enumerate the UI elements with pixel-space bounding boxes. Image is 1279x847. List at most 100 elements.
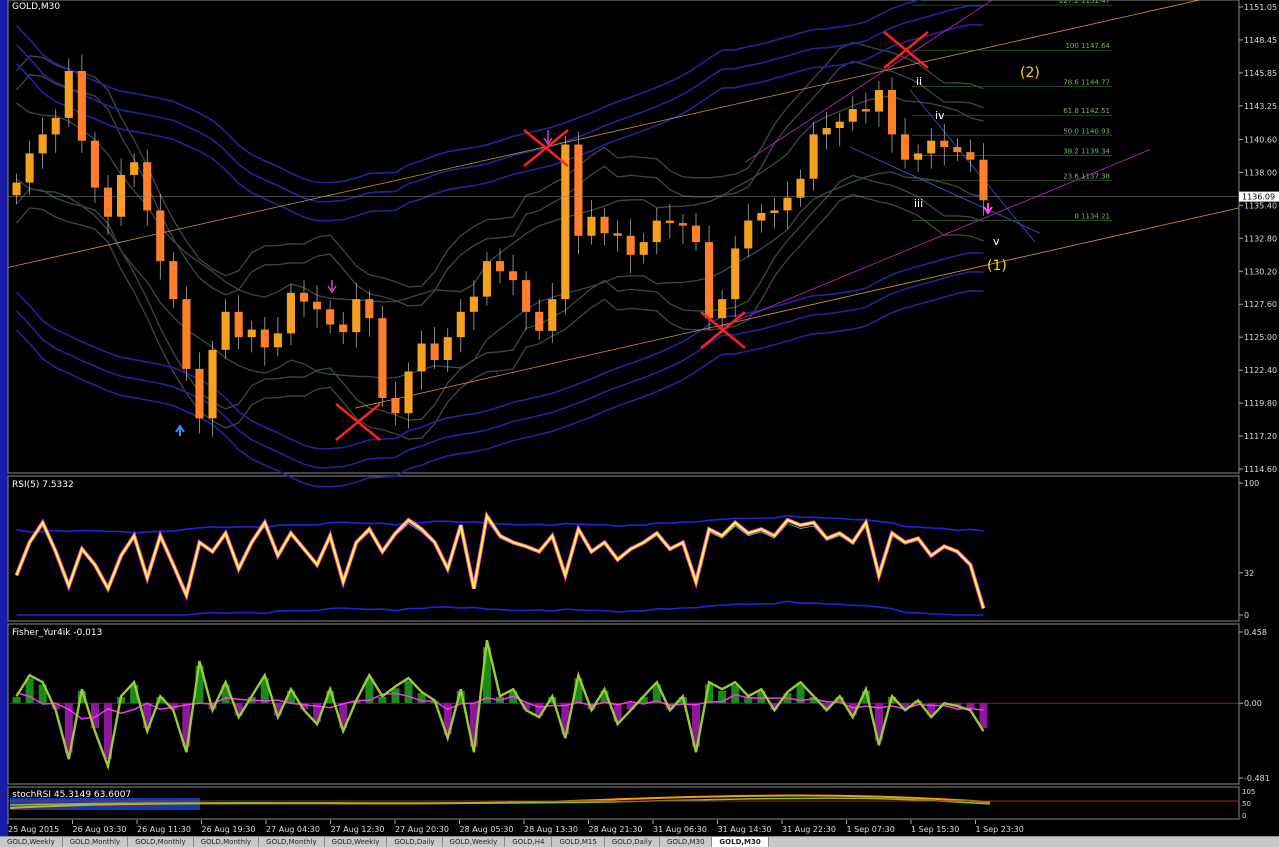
candle-body	[234, 311, 243, 338]
candle-body	[691, 225, 701, 243]
candle-body	[914, 153, 923, 160]
candle-body	[770, 210, 779, 213]
candle-body	[861, 109, 870, 112]
candle-body	[561, 144, 570, 300]
x-tick-label: 28 Aug 21:30	[589, 825, 643, 834]
rsi-band-upper	[16, 514, 984, 534]
chart-window: 100 1147.64 78.6 1144.77 61.8 1142.51 50.0 …	[0, 0, 1279, 847]
wave-label-iv: iv	[935, 109, 945, 122]
y-tick-label: 1132.80	[1244, 234, 1277, 243]
upper-channel-line	[7, 0, 1202, 268]
stoch-tick-label: 50	[1242, 800, 1251, 808]
candle-body	[443, 337, 452, 360]
candle-body	[757, 212, 766, 221]
rsi-tick-label: 0	[1244, 611, 1249, 620]
candle-body	[482, 261, 491, 297]
down-arrow-icon	[543, 130, 553, 146]
candle-body	[456, 311, 465, 338]
envelope-band-blue	[15, 4, 984, 203]
y-tick-label: 1117.20	[1244, 432, 1277, 441]
candle-body	[156, 210, 165, 262]
candle-body	[352, 299, 361, 333]
x-tick-label: 1 Sep 15:30	[911, 825, 959, 834]
fib-top-label: 127.2 1151.47	[1059, 0, 1110, 5]
candle-body	[25, 153, 34, 183]
candle-body	[299, 292, 309, 302]
candle-body	[927, 140, 936, 154]
envelope-band-blue	[15, 0, 922, 184]
rsi-main-line	[15, 513, 985, 609]
wave-trend-line	[909, 89, 1036, 243]
down-arrow-icon	[327, 280, 337, 294]
candle-body	[169, 261, 178, 300]
candle-body	[940, 140, 949, 148]
rsi-tick-label: 32	[1244, 569, 1254, 578]
candle-body	[313, 301, 322, 310]
chart-tabs: GOLD,Weekly GOLD,Monthly GOLD,Monthly GOLD,…	[0, 836, 1279, 847]
candle-body	[966, 152, 975, 160]
candle-body	[822, 128, 831, 135]
x-tick-label: 27 Aug 20:30	[395, 825, 449, 834]
candle-body	[613, 233, 622, 236]
x-tick-label: 27 Aug 04:30	[266, 825, 320, 834]
rsi-glow-line	[14, 510, 986, 609]
candle-body	[901, 134, 910, 160]
y-tick-label: 1130.20	[1244, 267, 1277, 276]
candle-body	[600, 216, 609, 234]
stoch-tick-label: 0	[1242, 812, 1246, 820]
candle-body	[626, 235, 635, 255]
chart-canvas: 100 1147.64 78.6 1144.77 61.8 1142.51 50.0 …	[7, 0, 1279, 834]
x-tick-label: 27 Aug 12:30	[331, 825, 385, 834]
y-tick-label: 1140.60	[1244, 135, 1277, 144]
y-tick-label: 1148.45	[1244, 36, 1277, 45]
envelope-band-blue	[15, 289, 984, 488]
fisher-histogram-bar	[391, 688, 400, 704]
candle-body	[221, 311, 230, 350]
rsi-tick-label: 100	[1244, 479, 1259, 488]
candle-body	[430, 343, 439, 360]
candle-body	[182, 299, 191, 369]
fib-level-label: 50.0 1140.93	[1063, 127, 1110, 135]
candle-body	[51, 117, 60, 135]
rsi-label: RSI(5) 7.5332	[12, 480, 74, 490]
candle-body	[796, 178, 805, 198]
candle-body	[979, 159, 988, 201]
fisher-tick-label: 0.458	[1244, 628, 1267, 637]
wave-label-ii: ii	[916, 75, 922, 88]
fib-level-label: 100 1147.64	[1065, 42, 1110, 50]
x-tick-label: 25 Aug 2015	[8, 825, 59, 834]
candle-body	[326, 309, 335, 325]
wave-label-2: (2)	[1020, 65, 1040, 81]
candle-body	[260, 329, 269, 348]
candle-body	[12, 182, 21, 196]
candle-body	[887, 90, 897, 135]
lower-channel-line	[354, 207, 1240, 409]
candle-body	[404, 371, 413, 414]
fib-level-label: 78.6 1144.77	[1063, 79, 1110, 87]
candle-body	[77, 71, 86, 141]
y-tick-label: 1145.85	[1244, 69, 1277, 78]
y-tick-label: 1151.05	[1244, 3, 1277, 12]
y-tick-label: 1114.60	[1244, 465, 1277, 474]
candle-body	[417, 343, 426, 372]
fib-level-label: 38.2 1139.34	[1063, 147, 1110, 155]
y-tick-label: 1135.40	[1244, 201, 1277, 210]
fib-level-label: 0 1134.21	[1074, 212, 1110, 220]
candle-body	[38, 134, 47, 154]
candle-body	[678, 223, 687, 226]
wave-label-1: (1)	[987, 258, 1007, 274]
rsi-band-lower	[16, 600, 984, 616]
candle-body	[117, 174, 126, 217]
candle-body	[809, 134, 818, 179]
candle-body	[339, 324, 348, 333]
candle-body	[705, 242, 714, 319]
fisher-histogram-bar	[25, 678, 34, 704]
candle-body	[273, 333, 282, 348]
candle-body	[587, 216, 596, 236]
candle-body	[208, 349, 217, 419]
candle-body	[874, 90, 883, 112]
current-price-label: 1136.09	[1242, 193, 1275, 202]
candle-body	[64, 71, 73, 118]
x-tick-label: 31 Aug 14:30	[718, 825, 772, 834]
fib-level-label: 61.8 1142.51	[1063, 107, 1110, 115]
